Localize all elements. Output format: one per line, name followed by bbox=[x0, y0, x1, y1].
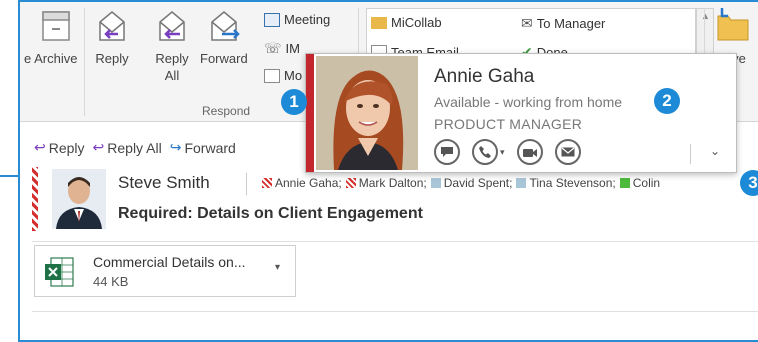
inline-forward-button[interactable]: ↪ Forward bbox=[170, 139, 236, 156]
chevron-down-icon: ▾ bbox=[500, 146, 505, 157]
more-button[interactable]: Mo bbox=[264, 68, 302, 83]
sender-presence-bar bbox=[32, 167, 38, 231]
forward-button[interactable]: Forward bbox=[200, 6, 248, 67]
reply-small-icon: ↩ bbox=[34, 139, 46, 155]
folder-icon bbox=[371, 16, 387, 29]
attachment-name: Commercial Details on... bbox=[93, 254, 246, 270]
respond-group-label: Respond bbox=[202, 104, 251, 118]
contact-status: Available - working from home bbox=[434, 94, 623, 110]
more-icon bbox=[264, 68, 280, 83]
reply-all-small-icon: ↩ bbox=[92, 139, 105, 155]
message-subject: Required: Details on Client Engagement bbox=[118, 205, 423, 222]
recipient-name: Colin bbox=[632, 176, 661, 190]
contact-card: Annie Gaha Available - working from home… bbox=[305, 53, 737, 173]
inline-reply-all-button[interactable]: ↩ Reply All bbox=[93, 139, 162, 156]
reply-all-icon bbox=[152, 6, 192, 44]
presence-bar bbox=[306, 54, 314, 172]
recipient[interactable]: Colin bbox=[619, 176, 661, 190]
contact-actions: ▾ bbox=[434, 139, 581, 165]
video-icon[interactable] bbox=[516, 139, 543, 165]
quickstep-micollab-label: MiCollab bbox=[391, 15, 442, 30]
phone-icon bbox=[472, 139, 498, 165]
recipient[interactable]: Tina Stevenson; bbox=[516, 176, 616, 190]
im-label: IM bbox=[285, 41, 300, 56]
quickstep-micollab[interactable]: MiCollab bbox=[371, 15, 442, 30]
reply-all-button[interactable]: Reply All bbox=[148, 6, 196, 84]
header-separator bbox=[246, 173, 247, 195]
forward-small-icon: ↪ bbox=[169, 139, 182, 155]
quickstep-to-manager-label: To Manager bbox=[536, 16, 606, 31]
inline-reply-button[interactable]: ↩ Reply bbox=[34, 139, 85, 156]
callout-badge: 1 bbox=[281, 89, 307, 115]
archive-button[interactable]: e Archive bbox=[24, 6, 77, 67]
more-label: Mo bbox=[284, 68, 303, 83]
reply-button[interactable]: Reply bbox=[92, 6, 132, 67]
callout-badge: 2 bbox=[654, 88, 680, 114]
reply-label: Reply bbox=[95, 51, 129, 66]
presence-swatch bbox=[430, 178, 441, 188]
call-button[interactable]: ▾ bbox=[472, 139, 505, 165]
attachment[interactable]: Commercial Details on... 44 KB ▾ bbox=[34, 245, 296, 297]
archive-label: e Archive bbox=[24, 51, 78, 66]
divider bbox=[32, 311, 758, 312]
excel-icon bbox=[43, 256, 75, 288]
im-icon: ☏ bbox=[264, 40, 282, 56]
message-actions: ↩ Reply ↩ Reply All ↪ Forward bbox=[34, 139, 236, 156]
im-button[interactable]: ☏ IM bbox=[264, 40, 300, 57]
message-header: Steve Smith Annie Gaha; Mark Dalton; Dav… bbox=[30, 167, 758, 231]
quickstep-to-manager[interactable]: ✉ To Manager bbox=[521, 15, 605, 32]
email-icon[interactable] bbox=[554, 139, 581, 165]
sender-avatar[interactable] bbox=[52, 169, 106, 229]
reply-icon bbox=[92, 6, 132, 44]
reply-all-label: Reply All bbox=[155, 51, 189, 83]
attachment-size: 44 KB bbox=[93, 274, 129, 289]
recipient-list: Annie Gaha; Mark Dalton; David Spent; Ti… bbox=[262, 176, 660, 190]
contact-name: Annie Gaha bbox=[434, 66, 535, 87]
meeting-button[interactable]: Meeting bbox=[264, 12, 330, 27]
move-folder-icon bbox=[712, 6, 752, 44]
inline-reply-all-label: Reply All bbox=[107, 139, 162, 156]
recipient-name: Mark Dalton; bbox=[358, 176, 427, 190]
presence-swatch bbox=[345, 178, 356, 188]
meeting-icon bbox=[264, 12, 280, 27]
recipient[interactable]: David Spent; bbox=[430, 176, 513, 190]
ribbon-separator bbox=[84, 8, 85, 116]
forward-label: Forward bbox=[200, 51, 248, 66]
presence-swatch bbox=[262, 178, 272, 188]
card-separator bbox=[690, 144, 691, 164]
inline-reply-label: Reply bbox=[48, 139, 85, 156]
expand-card-icon[interactable]: ⌄ bbox=[710, 144, 720, 158]
recipient[interactable]: Annie Gaha; bbox=[262, 176, 342, 190]
chat-icon[interactable] bbox=[434, 139, 460, 165]
inline-forward-label: Forward bbox=[184, 139, 236, 156]
recipient-name: Tina Stevenson; bbox=[529, 176, 616, 190]
recipient[interactable]: Mark Dalton; bbox=[345, 176, 427, 190]
meeting-label: Meeting bbox=[284, 12, 331, 27]
forward-mail-icon: ✉ bbox=[521, 15, 533, 31]
forward-icon bbox=[204, 6, 244, 44]
callout-leader-line bbox=[0, 175, 20, 177]
sender-name[interactable]: Steve Smith bbox=[118, 173, 210, 193]
recipient-name: Annie Gaha; bbox=[275, 176, 342, 190]
presence-swatch bbox=[619, 178, 630, 188]
divider bbox=[32, 241, 758, 242]
scroll-up-icon: ▲ bbox=[701, 11, 710, 21]
contact-job-title: PRODUCT MANAGER bbox=[434, 116, 583, 132]
archive-icon bbox=[31, 6, 71, 44]
recipient-name: David Spent; bbox=[443, 176, 513, 190]
presence-swatch bbox=[516, 178, 527, 188]
contact-photo bbox=[316, 56, 418, 170]
chevron-down-icon[interactable]: ▾ bbox=[275, 262, 280, 273]
